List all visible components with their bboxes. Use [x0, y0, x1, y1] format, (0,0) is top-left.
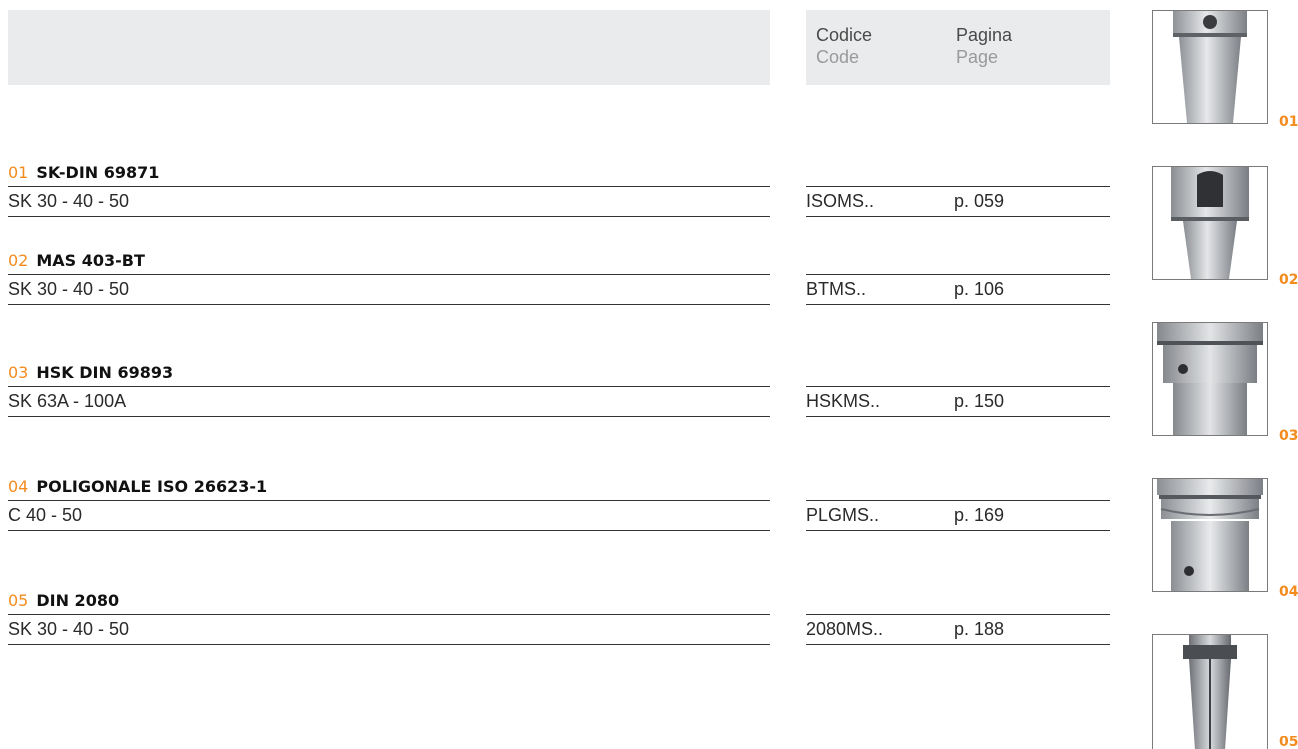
hsk-toolholder-image: [1152, 322, 1268, 436]
section-05: 05 DIN 2080 SK 30 - 40 - 50 2080MS.. p. 1…: [8, 590, 1110, 646]
table-header-right: Codice Code Pagina Page: [806, 10, 1110, 85]
code-column-header: Codice Code: [816, 24, 872, 68]
page-ref: p. 188: [954, 619, 1005, 639]
section-number: 02: [8, 251, 29, 270]
section-02: 02 MAS 403-BT SK 30 - 40 - 50 BTMS.. p. 1…: [8, 250, 1110, 306]
thumbnail-label: 05: [1279, 736, 1298, 749]
thumbnail-label: 04: [1279, 584, 1298, 600]
section-ref: BTMS.. p. 106: [806, 274, 1110, 305]
section-title: 02 MAS 403-BT: [8, 250, 770, 275]
section-title: 03 HSK DIN 69893: [8, 362, 770, 387]
section-title: 01 SK-DIN 69871: [8, 162, 770, 187]
din2080-toolholder-image: [1152, 634, 1268, 749]
section-ref: PLGMS.. p. 169: [806, 500, 1110, 531]
page-ref: p. 106: [954, 279, 1005, 299]
section-04: 04 POLIGONALE ISO 26623-1 C 40 - 50 PLGMS…: [8, 476, 1110, 532]
thumbnail-label: 03: [1279, 428, 1298, 444]
section-03: 03 HSK DIN 69893 SK 63A - 100A HSKMS.. p.…: [8, 362, 1110, 418]
section-name: HSK DIN 69893: [36, 363, 174, 382]
code-header-en: Code: [816, 47, 860, 67]
section-title: 05 DIN 2080: [8, 590, 770, 615]
section-number: 01: [8, 163, 29, 182]
product-code: BTMS..: [806, 279, 867, 299]
section-name: POLIGONALE ISO 26623-1: [36, 477, 268, 496]
code-header-it: Codice: [816, 25, 873, 45]
section-spec: C 40 - 50: [8, 500, 770, 531]
section-spec: SK 30 - 40 - 50: [8, 186, 770, 217]
section-number: 04: [8, 477, 29, 496]
section-spec: SK 30 - 40 - 50: [8, 614, 770, 645]
section-ref: 2080MS.. p. 188: [806, 614, 1110, 645]
bt-toolholder-image: [1152, 166, 1268, 280]
section-name: SK-DIN 69871: [36, 163, 160, 182]
product-code: HSKMS..: [806, 391, 881, 411]
section-number: 03: [8, 363, 29, 382]
section-01: 01 SK-DIN 69871 SK 30 - 40 - 50 ISOMS.. p…: [8, 162, 1110, 218]
thumbnail-label: 02: [1279, 272, 1298, 288]
product-code: PLGMS..: [806, 505, 880, 525]
section-number: 05: [8, 591, 29, 610]
sk-din-toolholder-image: [1152, 10, 1268, 124]
polygonal-toolholder-image: [1152, 478, 1268, 592]
page-column-header: Pagina Page: [956, 24, 1012, 68]
section-title: 04 POLIGONALE ISO 26623-1: [8, 476, 770, 501]
product-code: 2080MS..: [806, 619, 884, 639]
table-header-left: [8, 10, 770, 85]
page-header-it: Pagina: [956, 25, 1013, 45]
section-spec: SK 63A - 100A: [8, 386, 770, 417]
product-code: ISOMS..: [806, 191, 875, 211]
section-ref: ISOMS.. p. 059: [806, 186, 1110, 217]
page-header-en: Page: [956, 47, 999, 67]
page-ref: p. 059: [954, 191, 1005, 211]
section-name: DIN 2080: [36, 591, 120, 610]
section-spec: SK 30 - 40 - 50: [8, 274, 770, 305]
thumbnail-label: 01: [1279, 114, 1298, 130]
page-ref: p. 150: [954, 391, 1005, 411]
section-name: MAS 403-BT: [36, 251, 145, 270]
page-ref: p. 169: [954, 505, 1005, 525]
section-ref: HSKMS.. p. 150: [806, 386, 1110, 417]
